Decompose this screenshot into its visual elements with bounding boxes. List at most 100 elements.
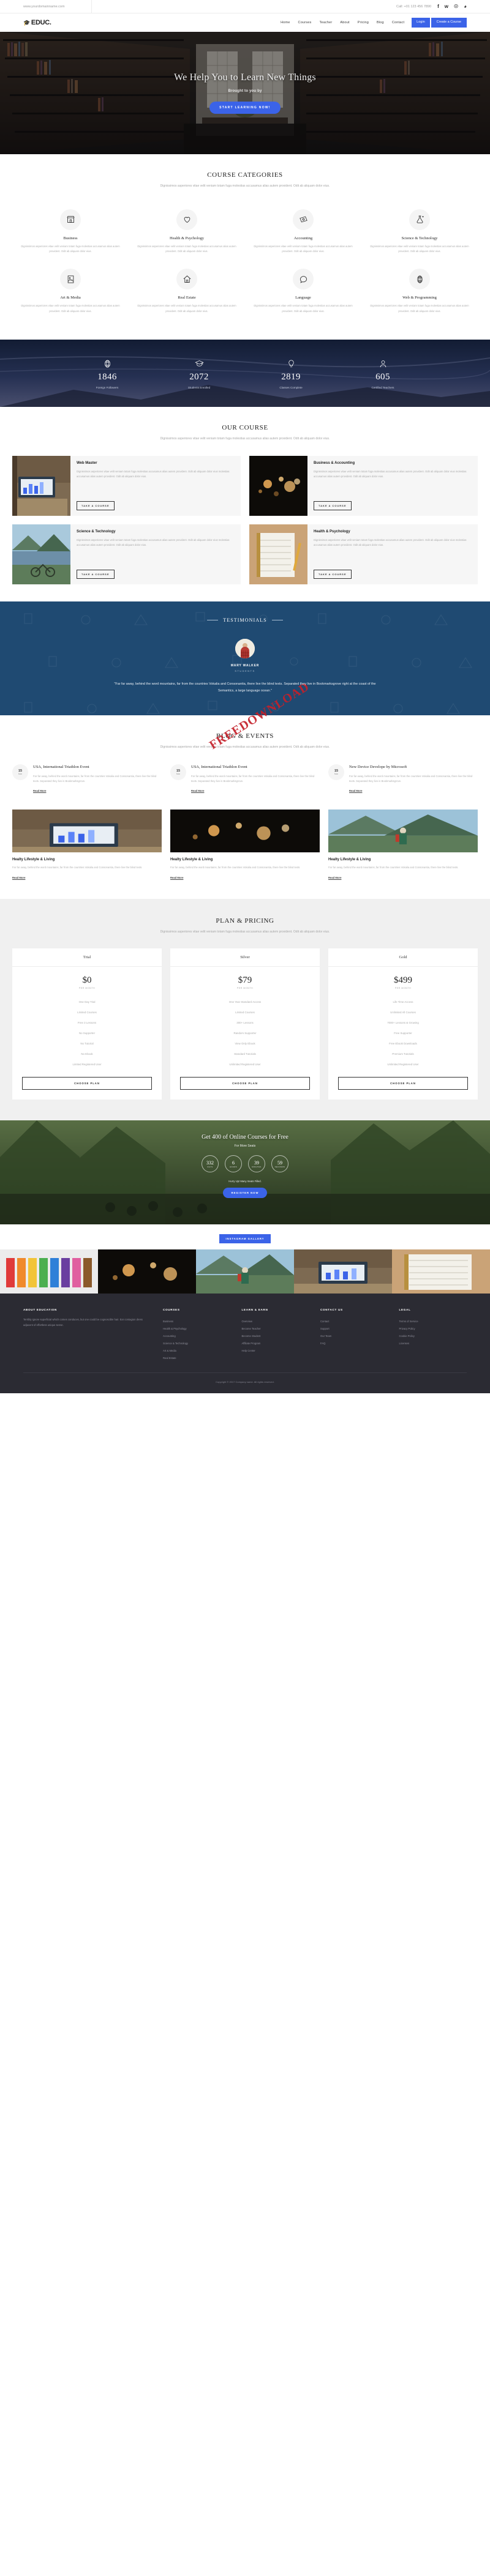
footer-link[interactable]: Real Estate [163, 1354, 231, 1361]
gallery-image[interactable] [392, 1249, 490, 1294]
read-more-link[interactable]: Read More [33, 789, 46, 792]
nav-item-teacher[interactable]: Teacher [319, 21, 332, 24]
pricing-plan-silver: Silver $79 PER MONTH One Year Standard A… [170, 948, 320, 1100]
take-a-course-button[interactable]: TAKE A COURSE [314, 569, 352, 579]
choose-plan-button[interactable]: CHOOSE PLAN [180, 1077, 310, 1090]
gallery-image[interactable] [294, 1249, 392, 1294]
gallery-image[interactable] [0, 1249, 98, 1294]
event-item[interactable]: 15 Mar USA, International Triathlon Even… [170, 764, 320, 795]
category-real-estate[interactable]: Real Estate Dignissimos asperiores vitae… [129, 262, 245, 322]
event-item[interactable]: 15 Mar USA, International Triathlon Even… [12, 764, 162, 795]
pricing-section: PLAN & PRICING Dignissimos asperiores vi… [0, 898, 490, 1121]
start-learning-button[interactable]: START LEARNING NOW! [209, 102, 281, 114]
footer-link[interactable]: Health & Psychology [163, 1325, 231, 1332]
nav-item-blog[interactable]: Blog [377, 21, 384, 24]
instagram-gallery-section: INSTAGRAM GALLERY [0, 1224, 490, 1294]
graduation-cap-icon: 🎓 [23, 19, 30, 26]
footer-link[interactable]: Art & Media [163, 1347, 231, 1354]
footer-link[interactable]: Affiliate Program [241, 1339, 309, 1347]
category-language[interactable]: Language Dignissimos asperiores vitae ve… [245, 262, 361, 322]
footer-link[interactable]: Contact [320, 1317, 388, 1325]
footer-link[interactable]: Support [320, 1325, 388, 1332]
choose-plan-button[interactable]: CHOOSE PLAN [338, 1077, 468, 1090]
twitter-icon[interactable]: w [445, 4, 448, 9]
read-more-link[interactable]: Read More [191, 789, 204, 792]
event-item[interactable]: 15 Mar New Device Develope by Microsoft … [328, 764, 478, 795]
footer-link[interactable]: Accounting [163, 1332, 231, 1339]
categories-grid: Business Dignissimos asperiores vitae ve… [12, 203, 478, 323]
footer-link[interactable]: Overview [241, 1317, 309, 1325]
nav-item-about[interactable]: About [340, 21, 349, 24]
footer-link[interactable]: Help Center [241, 1347, 309, 1354]
categories-title: COURSE CATEGORIES [207, 171, 283, 179]
post-title: Healty Lifestyle & Living [170, 858, 213, 862]
countdown-hours: 6 HOURS [225, 1155, 242, 1173]
nav-item-contact[interactable]: Contact [392, 21, 404, 24]
category-web-programming[interactable]: Web & Programming Dignissimos asperiores… [361, 262, 478, 322]
footer-column-legal: LEGAL Terms of Service Privacy Policy Co… [399, 1308, 467, 1361]
read-more-link[interactable]: Read More [328, 876, 341, 879]
course-description: Dignissimos asperiores vitae velit venia… [77, 469, 230, 478]
footer-copyright: Copyright © 2017 Company name. All right… [23, 1372, 467, 1383]
category-accounting[interactable]: Accounting Dignissimos asperiores vitae … [245, 203, 361, 263]
footer-link[interactable]: Become Teacher [241, 1325, 309, 1332]
read-more-link[interactable]: Read More [170, 876, 183, 879]
footer-link[interactable]: Terms of Service [399, 1317, 467, 1325]
google-plus-icon[interactable]: ☉ [454, 4, 458, 9]
nav-item-pricing[interactable]: Pricing [358, 21, 369, 24]
plan-feature: 300+ Lessons [236, 1021, 254, 1025]
category-description: Dignissimos asperiores vitae velit venia… [21, 304, 120, 313]
gallery-image[interactable] [196, 1249, 294, 1294]
read-more-link[interactable]: Read More [12, 876, 25, 879]
footer-link[interactable]: FAQ [320, 1339, 388, 1347]
footer-link[interactable]: Cookie Policy [399, 1332, 467, 1339]
footer-link[interactable]: Our Team [320, 1332, 388, 1339]
post-image [170, 810, 320, 853]
category-health-psychology[interactable]: Health & Psychology Dignissimos asperior… [129, 203, 245, 263]
nav-item-courses[interactable]: Courses [298, 21, 312, 24]
footer-about-text: Terribly ignore superficial which comes … [23, 1318, 143, 1327]
footer-link[interactable]: Become Student [241, 1332, 309, 1339]
github-icon[interactable]: ◕ [464, 4, 467, 9]
categories-description: Dignissimos asperiores vitae velit venia… [160, 184, 330, 188]
footer-link[interactable]: Science & Technology [163, 1339, 231, 1347]
countdown-value: 39 [254, 1160, 259, 1166]
footer-link[interactable]: Licenses [399, 1339, 467, 1347]
course-card[interactable]: Web Master Dignissimos asperiores vitae … [12, 455, 241, 516]
read-more-link[interactable]: Read More [349, 789, 362, 792]
footer-link[interactable]: Privacy Policy [399, 1325, 467, 1332]
category-art-media[interactable]: Art & Media Dignissimos asperiores vitae… [12, 262, 129, 322]
login-button[interactable]: Login [412, 18, 430, 28]
course-card[interactable]: Business & Accounting Dignissimos asperi… [249, 455, 478, 516]
heart-icon [176, 209, 197, 230]
footer-link-list: Terms of Service Privacy Policy Cookie P… [399, 1317, 467, 1347]
post-card[interactable]: Healty Lifestyle & Living Far far away, … [12, 810, 162, 881]
footer-link-list: Overview Become Teacher Become Student A… [241, 1317, 309, 1354]
take-a-course-button[interactable]: TAKE A COURSE [77, 501, 115, 510]
site-logo[interactable]: 🎓 EDUC. [23, 19, 51, 26]
instagram-gallery-badge[interactable]: INSTAGRAM GALLERY [219, 1234, 271, 1244]
testimonials-header: TESTIMONIALS [0, 617, 490, 623]
category-description: Dignissimos asperiores vitae velit venia… [254, 244, 353, 253]
register-now-button[interactable]: REGISTER NOW [222, 1188, 268, 1199]
plan-feature: View Only Ebook [235, 1042, 255, 1046]
course-card[interactable]: Science & Technology Dignissimos asperio… [12, 524, 241, 584]
take-a-course-button[interactable]: TAKE A COURSE [77, 569, 115, 579]
plan-feature: No Ebook [81, 1052, 93, 1056]
create-course-button[interactable]: Create a Course [431, 18, 467, 28]
category-science-technology[interactable]: Science & Technology Dignissimos asperio… [361, 203, 478, 263]
course-title: Business & Accounting [314, 461, 355, 465]
post-card[interactable]: Healty Lifestyle & Living Far far away, … [328, 810, 478, 881]
footer-link[interactable]: Business [163, 1317, 231, 1325]
choose-plan-button[interactable]: CHOOSE PLAN [22, 1077, 152, 1090]
plan-name: Trial [12, 948, 162, 967]
category-business[interactable]: Business Dignissimos asperiores vitae ve… [12, 203, 129, 263]
nav-item-home[interactable]: Home [281, 21, 290, 24]
take-a-course-button[interactable]: TAKE A COURSE [314, 501, 352, 510]
post-card[interactable]: Healty Lifestyle & Living Far far away, … [170, 810, 320, 881]
course-card[interactable]: Health & Psychology Dignissimos asperior… [249, 524, 478, 584]
gallery-image[interactable] [98, 1249, 196, 1294]
plan-feature: Premium Tutorials [392, 1052, 414, 1056]
facebook-icon[interactable]: f [437, 4, 439, 9]
home-icon [176, 269, 197, 290]
